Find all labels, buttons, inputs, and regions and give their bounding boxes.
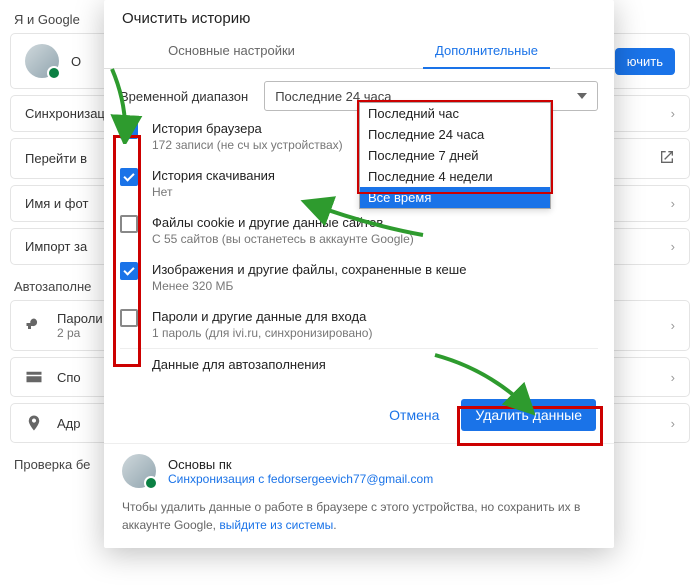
- item-cookies[interactable]: Файлы cookie и другие данные сайтов С 55…: [120, 207, 598, 254]
- external-link-icon: [659, 149, 675, 168]
- delete-button[interactable]: Удалить данные: [461, 399, 596, 431]
- avatar: [122, 454, 156, 488]
- dialog-actions: Отмена Удалить данные: [104, 387, 614, 443]
- dialog-tabs: Основные настройки Дополнительные: [104, 33, 614, 69]
- chevron-right-icon: ›: [671, 416, 675, 431]
- chevron-right-icon: ›: [671, 196, 675, 211]
- time-range-label: Временной диапазон: [120, 89, 248, 104]
- footer-sync: Синхронизация с fedorsergeevich77@gmail.…: [168, 472, 433, 486]
- avatar: [25, 44, 59, 78]
- dropdown-option[interactable]: Последние 4 недели: [360, 166, 550, 187]
- turn-on-sync-button[interactable]: ючить: [615, 48, 675, 75]
- card-icon: [25, 368, 43, 386]
- chevron-down-icon: [577, 93, 587, 99]
- checkbox[interactable]: [120, 309, 138, 327]
- item-passwords[interactable]: Пароли и другие данные для входа 1 парол…: [120, 301, 598, 348]
- checkbox[interactable]: [120, 215, 138, 233]
- dropdown-option[interactable]: Последние 7 дней: [360, 145, 550, 166]
- checkbox[interactable]: [120, 168, 138, 186]
- sign-out-link[interactable]: выйдите из системы: [219, 518, 333, 532]
- time-range-dropdown: Последний час Последние 24 часа Последни…: [359, 102, 551, 209]
- footer-note: Чтобы удалить данные о работе в браузере…: [104, 494, 614, 548]
- key-icon: [25, 317, 43, 335]
- dialog-title: Очистить историю: [104, 0, 614, 33]
- checkbox[interactable]: [120, 262, 138, 280]
- cancel-button[interactable]: Отмена: [375, 399, 453, 431]
- footer-user: Основы пк Синхронизация с fedorsergeevic…: [104, 443, 614, 494]
- dropdown-option[interactable]: Последний час: [360, 103, 550, 124]
- checkbox[interactable]: [120, 121, 138, 139]
- dropdown-option[interactable]: Последние 24 часа: [360, 124, 550, 145]
- item-cached-files[interactable]: Изображения и другие файлы, сохраненные …: [120, 254, 598, 301]
- chevron-right-icon: ›: [671, 370, 675, 385]
- dropdown-option-selected[interactable]: Все время: [360, 187, 550, 208]
- tab-advanced[interactable]: Дополнительные: [359, 33, 614, 68]
- footer-name: Основы пк: [168, 457, 433, 472]
- chevron-right-icon: ›: [671, 106, 675, 121]
- tab-basic[interactable]: Основные настройки: [104, 33, 359, 68]
- clear-history-dialog: Очистить историю Основные настройки Допо…: [104, 0, 614, 548]
- chevron-right-icon: ›: [671, 239, 675, 254]
- chevron-right-icon: ›: [671, 318, 675, 333]
- location-icon: [25, 414, 43, 432]
- item-autofill[interactable]: Данные для автозаполнения: [120, 348, 598, 383]
